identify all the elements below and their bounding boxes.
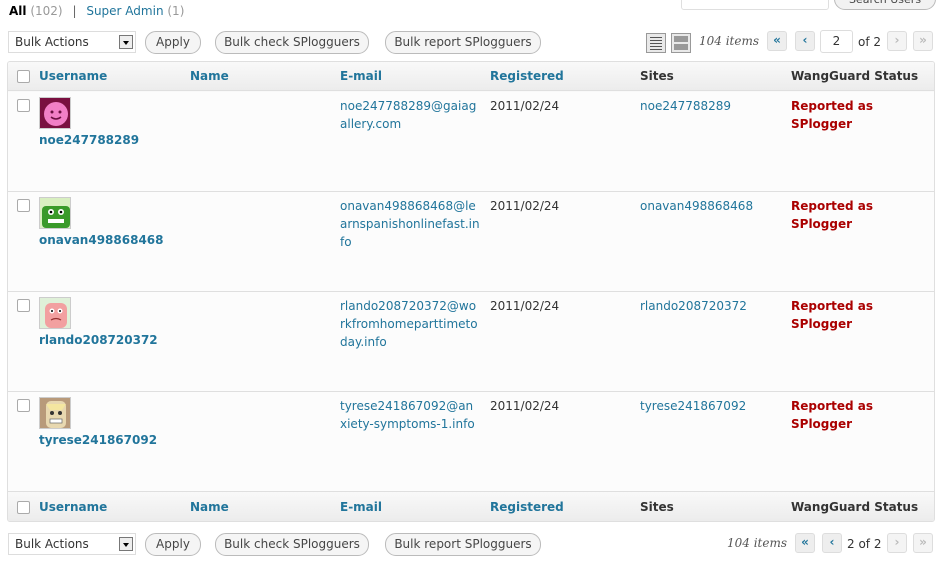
table-row: rlando208720372 rlando208720372@workfrom… (8, 292, 934, 392)
total-pages: of 2 (858, 35, 882, 49)
tablenav-top: Bulk Actions Apply Bulk check SPlogguers… (0, 29, 942, 57)
bulk-report-button-bottom[interactable]: Bulk report SPlogguers (385, 533, 541, 556)
wangguard-status: Reported as SPlogger (791, 399, 874, 431)
next-page-button[interactable]: › (887, 31, 907, 51)
table-header: Username Name E-mail Registered Sites Wa… (8, 62, 934, 91)
prev-page-button-bottom[interactable]: ‹ (822, 533, 842, 553)
email-link[interactable]: rlando208720372@workfromhomeparttimetoda… (340, 297, 480, 351)
email-link[interactable]: tyrese241867092@anxiety-symptoms-1.info (340, 397, 480, 433)
registered-date: 2011/02/24 (490, 199, 560, 213)
wangguard-status: Reported as SPlogger (791, 199, 874, 231)
bulk-actions-select[interactable]: Bulk Actions (8, 31, 136, 53)
views-filter: All (102) | Super Admin (1) (9, 4, 184, 18)
site-link[interactable]: noe247788289 (640, 97, 731, 115)
select-all-checkbox[interactable] (17, 70, 30, 83)
column-username[interactable]: Username (39, 69, 107, 83)
last-page-button[interactable]: » (913, 31, 933, 51)
wangguard-status: Reported as SPlogger (791, 299, 874, 331)
site-link[interactable]: onavan498868468 (640, 197, 753, 215)
username-link[interactable]: tyrese241867092 (39, 433, 157, 447)
column-sites-footer: Sites (640, 500, 674, 514)
row-checkbox[interactable] (17, 299, 30, 312)
username-link[interactable]: rlando208720372 (39, 333, 158, 347)
column-status: WangGuard Status (791, 69, 919, 83)
view-all-link[interactable]: All (9, 4, 27, 18)
column-registered-footer[interactable]: Registered (490, 500, 564, 514)
site-link[interactable]: tyrese241867092 (640, 397, 746, 415)
registered-date: 2011/02/24 (490, 99, 560, 113)
search-input[interactable] (681, 0, 829, 10)
wangguard-status: Reported as SPlogger (791, 99, 874, 131)
users-table: Username Name E-mail Registered Sites Wa… (7, 61, 935, 522)
column-sites: Sites (640, 69, 674, 83)
email-link[interactable]: noe247788289@gaiagallery.com (340, 97, 480, 133)
search-users-button[interactable]: Search Users (834, 0, 936, 10)
list-view-icon[interactable] (646, 33, 666, 53)
views-separator: | (72, 4, 77, 18)
row-checkbox[interactable] (17, 199, 30, 212)
current-page-input[interactable]: 2 (820, 30, 853, 53)
column-email-footer[interactable]: E-mail (340, 500, 382, 514)
bulk-report-button[interactable]: Bulk report SPlogguers (385, 31, 541, 54)
column-name[interactable]: Name (190, 69, 229, 83)
username-link[interactable]: noe247788289 (39, 133, 139, 147)
bulk-check-button[interactable]: Bulk check SPlogguers (215, 31, 369, 54)
green-monster-avatar (39, 197, 71, 229)
next-page-button-bottom[interactable]: › (887, 533, 907, 553)
column-email[interactable]: E-mail (340, 69, 382, 83)
view-super-admin-count: (1) (167, 4, 185, 18)
tan-grin-avatar (39, 397, 71, 429)
table-row: onavan498868468 onavan498868468@learnspa… (8, 192, 934, 292)
table-row: tyrese241867092 tyrese241867092@anxiety-… (8, 392, 934, 492)
items-count: 104 items (699, 34, 760, 48)
view-all-count: (102) (30, 4, 63, 18)
username-link[interactable]: onavan498868468 (39, 233, 164, 247)
email-link[interactable]: onavan498868468@learnspanishonlinefast.i… (340, 197, 480, 251)
table-footer: Username Name E-mail Registered Sites Wa… (8, 491, 934, 521)
registered-date: 2011/02/24 (490, 299, 560, 313)
apply-button-bottom[interactable]: Apply (145, 533, 201, 556)
bulk-actions-select-bottom[interactable]: Bulk Actions (8, 533, 136, 555)
items-count-bottom: 104 items (727, 536, 788, 550)
pink-smiley-avatar (39, 97, 71, 129)
first-page-button[interactable]: « (767, 31, 787, 51)
row-checkbox[interactable] (17, 99, 30, 112)
apply-button[interactable]: Apply (145, 31, 201, 54)
select-all-checkbox-footer[interactable] (17, 501, 30, 514)
view-super-admin-link[interactable]: Super Admin (86, 4, 163, 18)
registered-date: 2011/02/24 (490, 399, 560, 413)
column-username-footer[interactable]: Username (39, 500, 107, 514)
row-checkbox[interactable] (17, 399, 30, 412)
column-registered[interactable]: Registered (490, 69, 564, 83)
pink-monster-avatar (39, 297, 71, 329)
bulk-actions-value: Bulk Actions (15, 537, 89, 551)
site-link[interactable]: rlando208720372 (640, 297, 747, 315)
bulk-check-button-bottom[interactable]: Bulk check SPlogguers (215, 533, 369, 556)
first-page-button-bottom[interactable]: « (795, 533, 815, 553)
page-indicator-bottom: 2 of 2 (847, 537, 882, 551)
table-row: noe247788289 noe247788289@gaiagallery.co… (8, 92, 934, 192)
chevron-down-icon[interactable] (119, 537, 133, 551)
tablenav-bottom: Bulk Actions Apply Bulk check SPlogguers… (0, 531, 942, 559)
last-page-button-bottom[interactable]: » (913, 533, 933, 553)
column-name-footer[interactable]: Name (190, 500, 229, 514)
chevron-down-icon[interactable] (119, 35, 133, 49)
bulk-actions-value: Bulk Actions (15, 35, 89, 49)
excerpt-view-icon[interactable] (671, 33, 691, 53)
column-status-footer: WangGuard Status (791, 500, 919, 514)
prev-page-button[interactable]: ‹ (795, 31, 815, 51)
